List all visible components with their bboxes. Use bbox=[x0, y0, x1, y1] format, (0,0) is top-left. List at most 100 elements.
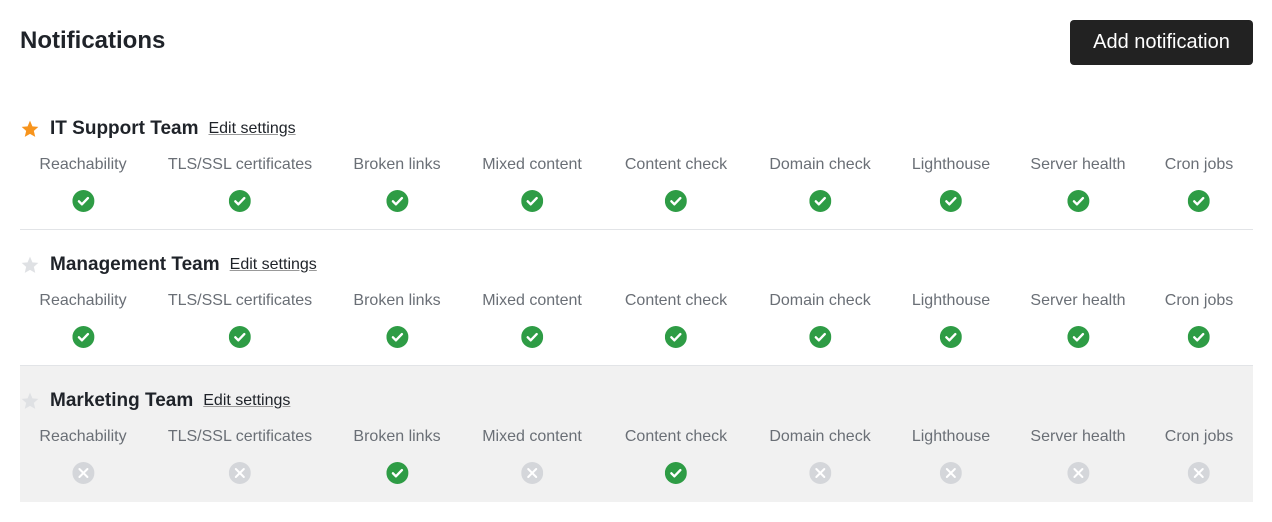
check-item: Reachability bbox=[39, 292, 127, 348]
check-label: Lighthouse bbox=[911, 292, 991, 309]
check-circle-icon bbox=[665, 326, 687, 348]
check-label: Content check bbox=[624, 292, 728, 309]
check-circle-icon bbox=[520, 190, 543, 212]
team-name: Management Team bbox=[50, 254, 220, 275]
check-list: Reachability TLS/SSL certificates Broken… bbox=[20, 156, 1253, 216]
check-label: Content check bbox=[624, 156, 728, 173]
check-item: Mixed content bbox=[482, 292, 582, 348]
check-item: TLS/SSL certificates bbox=[168, 428, 312, 484]
check-label: Server health bbox=[1030, 292, 1126, 309]
x-circle-icon bbox=[72, 462, 94, 484]
check-item: Broken links bbox=[353, 428, 441, 484]
x-circle-icon bbox=[939, 462, 962, 484]
check-label: Broken links bbox=[353, 428, 441, 445]
check-label: Domain check bbox=[769, 292, 871, 309]
star-outline-icon[interactable] bbox=[20, 255, 40, 275]
check-label: Mixed content bbox=[482, 292, 582, 309]
team-name: Marketing Team bbox=[50, 390, 194, 411]
check-item: Lighthouse bbox=[912, 156, 990, 212]
x-circle-icon bbox=[228, 462, 251, 484]
check-circle-icon bbox=[665, 190, 687, 212]
check-circle-icon bbox=[939, 190, 962, 212]
check-circle-icon bbox=[665, 462, 687, 484]
check-label: Mixed content bbox=[482, 156, 582, 173]
check-item: Server health bbox=[1030, 292, 1126, 348]
check-label: Reachability bbox=[39, 156, 127, 173]
team-name: IT Support Team bbox=[50, 118, 199, 139]
x-circle-icon bbox=[1066, 462, 1089, 484]
check-item: Mixed content bbox=[482, 428, 582, 484]
check-circle-icon bbox=[72, 326, 94, 348]
check-circle-icon bbox=[1066, 326, 1089, 348]
group-header: IT Support Team Edit settings bbox=[20, 114, 296, 144]
check-circle-icon bbox=[386, 462, 408, 484]
x-circle-icon bbox=[809, 462, 831, 484]
check-item: Content check bbox=[625, 156, 727, 212]
check-item: Broken links bbox=[353, 156, 441, 212]
check-circle-icon bbox=[809, 326, 831, 348]
check-item: Cron jobs bbox=[1165, 292, 1233, 348]
edit-settings-link[interactable]: Edit settings bbox=[230, 256, 317, 274]
check-item: Lighthouse bbox=[912, 428, 990, 484]
check-label: TLS/SSL certificates bbox=[167, 428, 313, 445]
check-item: Domain check bbox=[769, 428, 871, 484]
check-item: Domain check bbox=[769, 156, 871, 212]
check-circle-icon bbox=[386, 326, 408, 348]
edit-settings-link[interactable]: Edit settings bbox=[203, 392, 290, 410]
star-outline-icon[interactable] bbox=[20, 391, 40, 411]
check-item: Content check bbox=[625, 292, 727, 348]
x-circle-icon bbox=[520, 462, 543, 484]
check-label: Mixed content bbox=[482, 428, 582, 445]
check-item: Server health bbox=[1030, 156, 1126, 212]
notification-group: IT Support Team Edit settings Reachabili… bbox=[20, 94, 1253, 230]
check-item: Server health bbox=[1030, 428, 1126, 484]
check-circle-icon bbox=[228, 190, 251, 212]
group-header: Management Team Edit settings bbox=[20, 250, 317, 280]
check-label: Broken links bbox=[353, 156, 441, 173]
check-circle-icon bbox=[809, 190, 831, 212]
check-circle-icon bbox=[1066, 190, 1089, 212]
page-title: Notifications bbox=[20, 27, 166, 54]
check-label: Reachability bbox=[39, 292, 127, 309]
check-label: Domain check bbox=[769, 156, 871, 173]
page-header: Notifications Add notification bbox=[20, 20, 1253, 65]
check-circle-icon bbox=[1187, 326, 1210, 348]
check-circle-icon bbox=[939, 326, 962, 348]
check-label: TLS/SSL certificates bbox=[167, 156, 313, 173]
check-label: Lighthouse bbox=[911, 156, 991, 173]
check-circle-icon bbox=[386, 190, 408, 212]
notification-group: Management Team Edit settings Reachabili… bbox=[20, 230, 1253, 366]
check-circle-icon bbox=[520, 326, 543, 348]
check-item: Domain check bbox=[769, 292, 871, 348]
check-item: TLS/SSL certificates bbox=[168, 292, 312, 348]
check-item: TLS/SSL certificates bbox=[168, 156, 312, 212]
check-label: Cron jobs bbox=[1164, 292, 1234, 309]
check-label: Cron jobs bbox=[1164, 156, 1234, 173]
check-label: Domain check bbox=[769, 428, 871, 445]
check-label: Reachability bbox=[39, 428, 127, 445]
check-item: Content check bbox=[625, 428, 727, 484]
check-label: Cron jobs bbox=[1164, 428, 1234, 445]
check-item: Reachability bbox=[39, 428, 127, 484]
check-item: Broken links bbox=[353, 292, 441, 348]
check-label: TLS/SSL certificates bbox=[167, 292, 313, 309]
star-filled-icon[interactable] bbox=[20, 119, 40, 139]
check-item: Mixed content bbox=[482, 156, 582, 212]
add-notification-button[interactable]: Add notification bbox=[1070, 20, 1253, 65]
notification-group: Marketing Team Edit settings Reachabilit… bbox=[20, 366, 1253, 502]
x-circle-icon bbox=[1187, 462, 1210, 484]
edit-settings-link[interactable]: Edit settings bbox=[208, 120, 295, 138]
group-header: Marketing Team Edit settings bbox=[20, 386, 290, 416]
check-list: Reachability TLS/SSL certificates Broken… bbox=[20, 292, 1253, 352]
check-item: Cron jobs bbox=[1165, 156, 1233, 212]
check-label: Broken links bbox=[353, 292, 441, 309]
check-circle-icon bbox=[1187, 190, 1210, 212]
check-label: Lighthouse bbox=[911, 428, 991, 445]
check-label: Server health bbox=[1030, 428, 1126, 445]
check-item: Reachability bbox=[39, 156, 127, 212]
check-label: Server health bbox=[1030, 156, 1126, 173]
check-item: Lighthouse bbox=[912, 292, 990, 348]
check-label: Content check bbox=[624, 428, 728, 445]
check-item: Cron jobs bbox=[1165, 428, 1233, 484]
check-circle-icon bbox=[228, 326, 251, 348]
